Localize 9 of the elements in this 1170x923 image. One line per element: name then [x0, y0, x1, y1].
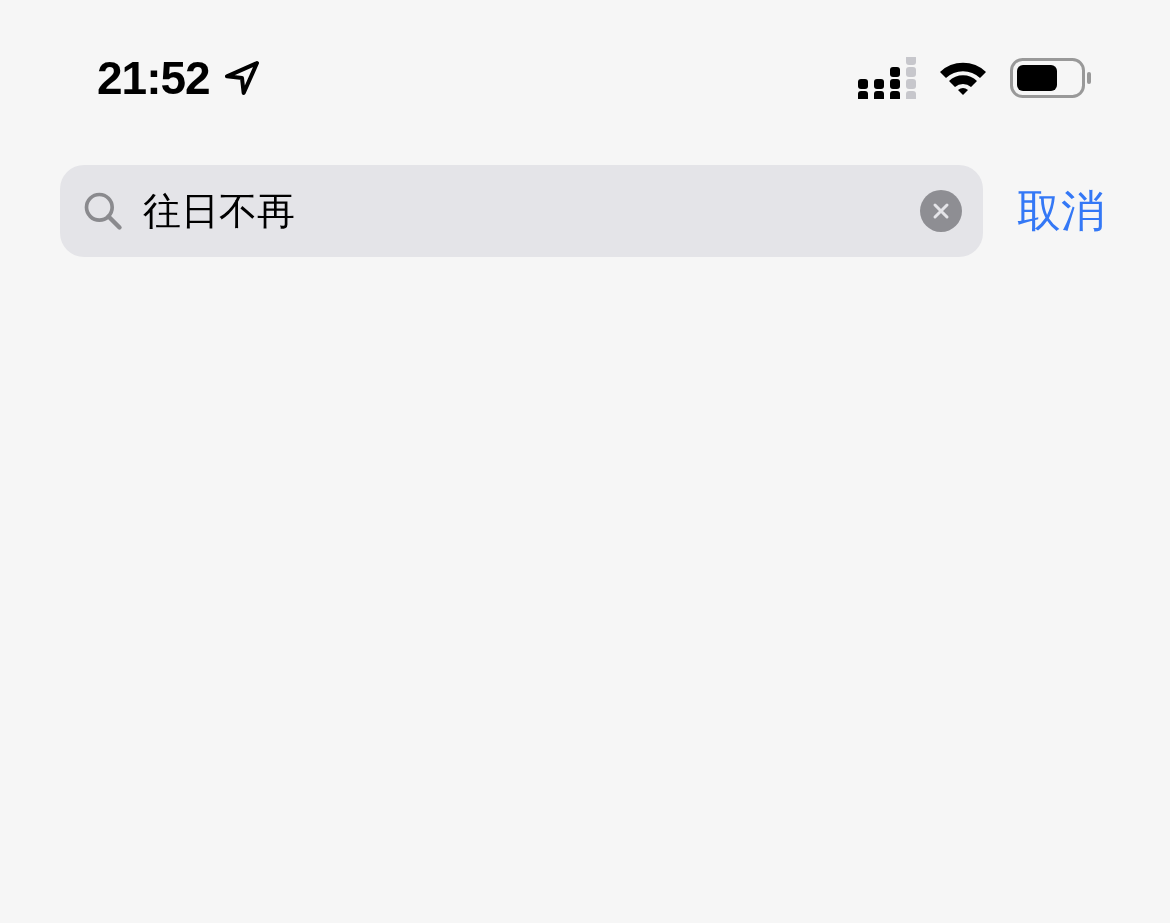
search-field[interactable]: 往日不再: [60, 165, 983, 257]
signal-icon: [858, 57, 916, 99]
wifi-icon: [938, 60, 988, 96]
battery-icon: [1010, 58, 1092, 98]
search-input[interactable]: 往日不再: [143, 189, 902, 233]
clear-button[interactable]: [920, 190, 962, 232]
status-time: 21:52: [97, 51, 210, 105]
close-icon: [932, 202, 950, 220]
cancel-button[interactable]: 取消: [1017, 181, 1105, 241]
